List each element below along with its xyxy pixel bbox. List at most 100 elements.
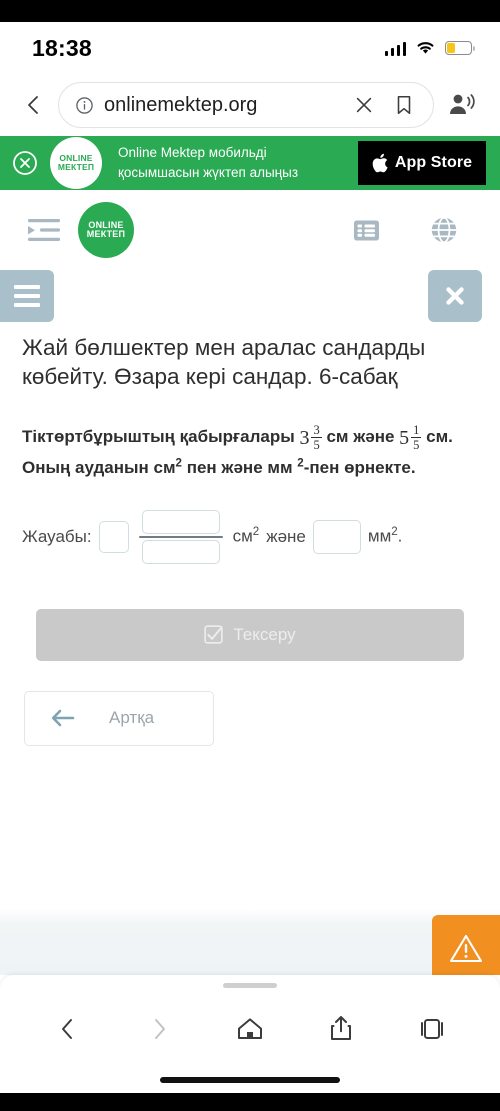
- person-audio-icon: [450, 94, 475, 114]
- checkbox-checked-icon: [204, 625, 224, 644]
- site-logo[interactable]: ONLINE МЕКТЕП: [78, 202, 134, 258]
- problem-text-part1: Тіктөртбұрыштың қабырғалары: [22, 426, 295, 446]
- clear-url-button[interactable]: [349, 90, 379, 120]
- answer-denominator-input[interactable]: [141, 539, 220, 564]
- back-button[interactable]: Артқа: [24, 690, 214, 746]
- lesson-menu-button[interactable]: [0, 270, 54, 322]
- warning-triangle-icon: [449, 934, 483, 962]
- lesson-toolbar: [0, 270, 500, 328]
- banner-close-button[interactable]: [8, 146, 42, 180]
- lesson-panel: Жай бөлшектер мен аралас сандарды көбейт…: [0, 270, 500, 975]
- answer-unit-1-text: см: [232, 526, 253, 546]
- mixed-number-1: 3 3 5: [299, 422, 322, 454]
- mixed-number-2: 5 1 5: [399, 422, 422, 454]
- close-circle-icon: [13, 151, 37, 175]
- lesson-close-button[interactable]: [428, 270, 482, 322]
- lesson-footer: [0, 909, 500, 975]
- banner-text-line1: Online Mektep мобильді: [118, 145, 267, 161]
- problem-text-part5: -пен: [303, 457, 340, 477]
- browser-nav-row: [0, 988, 500, 1077]
- browser-home-button[interactable]: [226, 1005, 274, 1053]
- home-indicator: [160, 1077, 340, 1083]
- wifi-icon: [417, 42, 434, 54]
- app-store-label: App Store: [394, 154, 473, 171]
- problem-text-part4: пен және мм: [186, 457, 293, 477]
- answer-period: .: [397, 526, 403, 546]
- answer-label: Жауабы:: [22, 526, 92, 546]
- browser-bottom-bar: [0, 975, 500, 1093]
- bookmark-button[interactable]: [389, 90, 419, 120]
- list-view-icon: [353, 220, 379, 240]
- problem-superscript-1: 2: [175, 457, 182, 470]
- browser-forward-nav-button[interactable]: [135, 1005, 183, 1053]
- list-view-button[interactable]: [344, 208, 388, 252]
- indent-list-icon: [28, 219, 60, 241]
- banner-logo-line2: МЕКТЕП: [57, 162, 95, 172]
- report-problem-button[interactable]: [432, 915, 500, 975]
- tabs-icon: [421, 1018, 444, 1039]
- fraction-2: 1 5: [411, 422, 422, 453]
- fraction-1-denominator: 5: [311, 437, 322, 453]
- url-text[interactable]: onlinemektep.org: [104, 94, 339, 117]
- site-header: ONLINE МЕКТЕП: [0, 190, 500, 270]
- mixed-number-2-whole: 5: [399, 426, 410, 449]
- fraction-1: 3 5: [311, 422, 322, 453]
- banner-app-logo: ONLINE МЕКТЕП: [50, 137, 102, 189]
- fraction-1-numerator: 3: [313, 422, 320, 437]
- problem-text-part2: см және: [326, 426, 395, 446]
- browser-back-nav-button[interactable]: [44, 1005, 92, 1053]
- browser-back-button[interactable]: [14, 85, 54, 125]
- answer-unit-2: мм2.: [368, 526, 403, 547]
- back-button-label: Артқа: [109, 708, 155, 728]
- screen-bottom-bezel: [0, 1093, 500, 1111]
- site-header-actions: [344, 208, 466, 252]
- status-bar-clock: 18:38: [32, 34, 92, 61]
- check-button-label: Тексеру: [233, 624, 296, 644]
- fraction-bar: [138, 535, 223, 538]
- chevron-right-icon: [154, 1018, 165, 1039]
- app-download-banner: ONLINE МЕКТЕП Online Mektep мобильді қос…: [0, 136, 500, 190]
- banner-text: Online Mektep мобильді қосымшасын жүктеп…: [110, 143, 350, 182]
- close-x-icon: [446, 287, 464, 305]
- bookmark-icon: [397, 95, 411, 115]
- chevron-left-icon: [28, 96, 38, 114]
- site-menu-button[interactable]: [22, 208, 66, 252]
- answer-fraction-input: [138, 509, 223, 564]
- arrow-left-icon: [51, 709, 75, 727]
- page-filler: [0, 745, 500, 909]
- problem-text-part6: өрнекте.: [344, 457, 416, 477]
- hamburger-menu-icon: [14, 285, 40, 307]
- answer-mm-input[interactable]: [312, 519, 361, 554]
- mixed-number-1-whole: 3: [299, 426, 310, 449]
- answer-numerator-input[interactable]: [141, 509, 220, 534]
- globe-language-icon: [431, 216, 457, 244]
- info-circle-icon[interactable]: [75, 96, 94, 115]
- status-bar: 18:38: [0, 22, 500, 74]
- app-store-button[interactable]: App Store: [358, 141, 486, 185]
- answer-unit-1: см2: [233, 526, 260, 547]
- browser-share-button[interactable]: [317, 1005, 365, 1053]
- apple-icon: [372, 153, 388, 173]
- answer-whole-input[interactable]: [98, 520, 129, 553]
- browser-tabs-button[interactable]: [408, 1005, 456, 1053]
- battery-icon: [445, 41, 475, 55]
- lesson-title: Жай бөлшектер мен аралас сандарды көбейт…: [22, 335, 426, 389]
- answer-unit-2-text: мм: [367, 526, 392, 546]
- check-button[interactable]: Тексеру: [36, 608, 464, 661]
- problem-statement: Тіктөртбұрыштың қабырғалары 3 3 5 см жән…: [0, 392, 500, 482]
- cellular-signal-icon: [384, 41, 406, 56]
- profile-button[interactable]: [440, 84, 482, 126]
- language-button[interactable]: [422, 208, 466, 252]
- fraction-2-denominator: 5: [411, 437, 422, 453]
- close-x-icon: [356, 97, 372, 113]
- address-bar[interactable]: onlinemektep.org: [58, 82, 434, 128]
- fraction-2-numerator: 1: [413, 422, 420, 437]
- status-bar-icons: [384, 40, 475, 56]
- home-icon: [237, 1017, 262, 1039]
- phone-screen: 18:38 onlinemektep.org ONLINE МЕКТЕП Onl…: [0, 0, 500, 1111]
- answer-conjunction: және: [266, 526, 306, 546]
- answer-row: Жауабы: см2 және мм2.: [0, 482, 500, 564]
- browser-url-bar: onlinemektep.org: [0, 74, 500, 136]
- screen-top-bezel: [0, 0, 500, 22]
- answer-unit-1-sup: 2: [252, 526, 260, 539]
